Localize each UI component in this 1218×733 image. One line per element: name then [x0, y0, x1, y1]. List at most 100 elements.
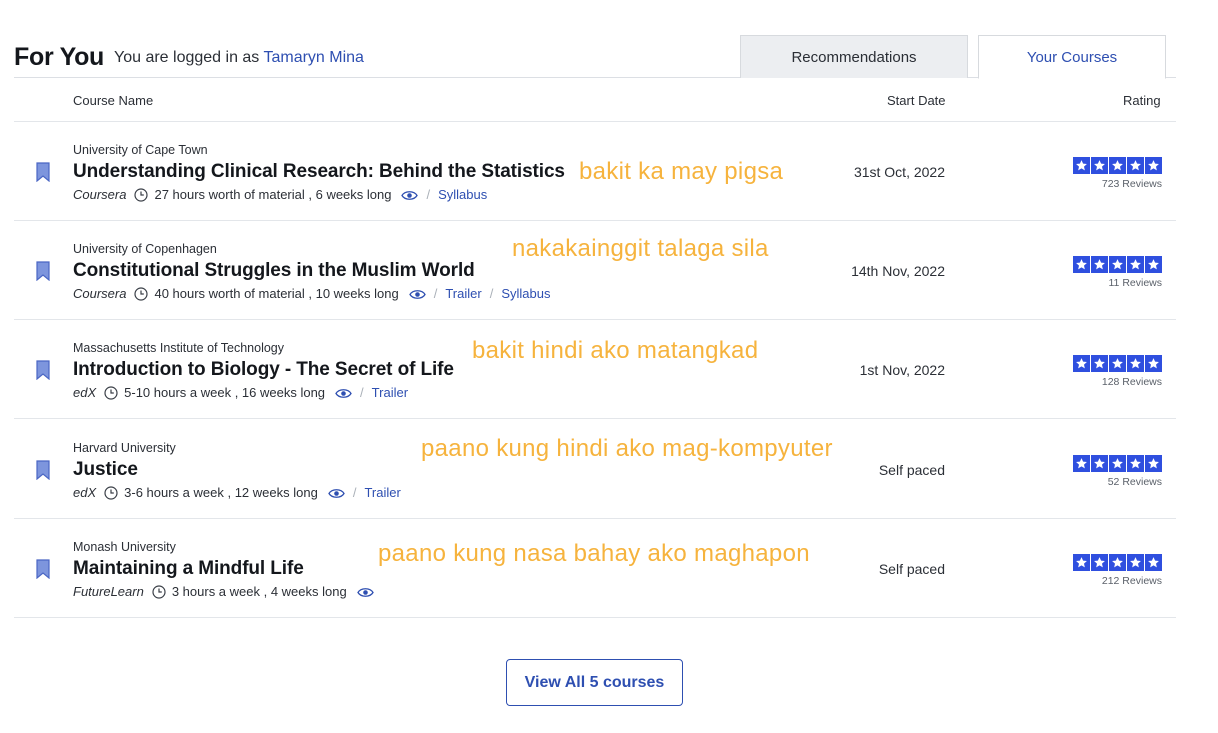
- clock-icon: [134, 187, 149, 202]
- course-title[interactable]: Introduction to Biology - The Secret of …: [73, 359, 454, 381]
- login-prefix: You are logged in as: [114, 49, 260, 66]
- course-link-syllabus[interactable]: Syllabus: [501, 286, 550, 301]
- link-separator: /: [360, 385, 364, 400]
- star-icon: [1109, 455, 1126, 472]
- eye-icon[interactable]: [401, 189, 419, 200]
- course-title[interactable]: Maintaining a Mindful Life: [73, 558, 304, 580]
- view-all-courses-button[interactable]: View All 5 courses: [506, 659, 683, 706]
- course-meta: edX 5-10 hours a week , 16 weeks long / Tra…: [73, 385, 408, 400]
- star-icon: [1145, 455, 1162, 472]
- overlay-caption: bakit hindi ako matangkad: [472, 337, 759, 364]
- course-provider: Coursera: [73, 286, 127, 301]
- star-icon: [1145, 554, 1162, 571]
- course-meta: Coursera 40 hours worth of material , 10 …: [73, 286, 550, 301]
- course-row: Harvard University Justice edX 3-6 hours a …: [14, 420, 1176, 519]
- star-icon: [1091, 554, 1108, 571]
- login-status: You are logged in as Tamaryn Mina: [114, 49, 364, 67]
- star-icon: [1091, 157, 1108, 174]
- bookmark-icon[interactable]: [36, 460, 50, 481]
- course-meta: edX 3-6 hours a week , 12 weeks long / Trai…: [73, 485, 401, 500]
- page-header: For You You are logged in as Tamaryn Min…: [14, 0, 1176, 79]
- star-icon: [1127, 554, 1144, 571]
- course-start-date: Self paced: [878, 462, 945, 478]
- course-start-date: 31st Oct, 2022: [853, 164, 945, 180]
- overlay-caption: nakakainggit talaga sila: [512, 235, 769, 262]
- bookmark-icon[interactable]: [36, 360, 50, 381]
- course-start-date: 1st Nov, 2022: [859, 362, 945, 378]
- star-icon: [1073, 554, 1090, 571]
- user-name-link[interactable]: Tamaryn Mina: [263, 49, 363, 66]
- view-all-count: 5: [589, 673, 599, 691]
- overlay-caption: paano kung hindi ako mag-kompyuter: [421, 435, 833, 462]
- column-header-start-date: Start Date: [887, 93, 946, 108]
- course-effort: 40 hours worth of material , 10 weeks lo…: [154, 286, 399, 301]
- link-separator: /: [489, 286, 494, 301]
- link-separator: /: [352, 485, 357, 500]
- rating-stars: [1073, 355, 1162, 372]
- link-separator: /: [433, 286, 438, 301]
- course-university: Massachusetts Institute of Technology: [73, 341, 284, 355]
- course-provider: FutureLearn: [73, 584, 144, 599]
- course-start-date: 14th Nov, 2022: [851, 263, 945, 279]
- link-separator: /: [426, 187, 431, 202]
- star-icon: [1091, 355, 1108, 372]
- course-provider: edX: [73, 385, 97, 400]
- bookmark-icon[interactable]: [36, 559, 50, 580]
- star-icon: [1127, 355, 1144, 372]
- review-count: 212 Reviews: [1101, 575, 1162, 587]
- star-icon: [1109, 355, 1126, 372]
- course-effort: 3 hours a week , 4 weeks long: [171, 584, 347, 599]
- rating-stars: [1073, 554, 1162, 571]
- course-row: Massachusetts Institute of Technology Int…: [14, 320, 1176, 419]
- eye-icon[interactable]: [335, 387, 352, 398]
- rating-stars: [1073, 455, 1162, 472]
- course-university: University of Copenhagen: [73, 242, 217, 256]
- course-row: University of Copenhagen Constitutional S…: [14, 221, 1176, 320]
- course-start-date: Self paced: [878, 561, 945, 577]
- review-count: 723 Reviews: [1101, 178, 1162, 190]
- tab-recommendations[interactable]: Recommendations: [740, 35, 968, 78]
- course-university: University of Cape Town: [73, 143, 208, 157]
- review-count: 128 Reviews: [1101, 376, 1162, 388]
- bookmark-icon[interactable]: [36, 162, 50, 183]
- view-all-suffix: courses: [602, 673, 665, 691]
- course-meta: FutureLearn 3 hours a week , 4 weeks long: [73, 584, 374, 599]
- view-all-prefix: View All: [524, 673, 586, 691]
- course-row: University of Cape Town Understanding Cli…: [14, 122, 1176, 221]
- course-provider: Coursera: [73, 187, 127, 202]
- course-effort: 3-6 hours a week , 12 weeks long: [124, 485, 318, 500]
- column-header-course-name: Course Name: [73, 93, 154, 108]
- star-icon: [1073, 256, 1090, 273]
- eye-icon[interactable]: [356, 586, 374, 597]
- overlay-caption: bakit ka may pigsa: [579, 158, 784, 185]
- bookmark-icon[interactable]: [36, 261, 50, 282]
- star-icon: [1145, 256, 1162, 273]
- star-icon: [1073, 455, 1090, 472]
- clock-icon: [152, 584, 166, 599]
- eye-icon[interactable]: [328, 487, 345, 498]
- course-link-trailer[interactable]: Trailer: [372, 385, 408, 400]
- star-icon: [1145, 157, 1162, 174]
- page-title: For You: [14, 43, 105, 71]
- course-link-trailer[interactable]: Trailer: [364, 485, 400, 500]
- tab-your-courses[interactable]: Your Courses: [978, 35, 1166, 79]
- course-link-trailer[interactable]: Trailer: [445, 286, 481, 301]
- course-link-syllabus[interactable]: Syllabus: [438, 187, 487, 202]
- review-count: 11 Reviews: [1108, 277, 1163, 289]
- eye-icon[interactable]: [408, 288, 426, 299]
- rating-stars: [1073, 256, 1162, 273]
- star-icon: [1073, 355, 1090, 372]
- course-title[interactable]: Constitutional Struggles in the Muslim W…: [73, 260, 475, 282]
- rating-stars: [1073, 157, 1162, 174]
- star-icon: [1109, 554, 1126, 571]
- star-icon: [1127, 455, 1144, 472]
- clock-icon: [104, 485, 118, 500]
- star-icon: [1091, 256, 1108, 273]
- star-icon: [1145, 355, 1162, 372]
- course-title[interactable]: Justice: [73, 459, 138, 481]
- course-provider: edX: [73, 485, 97, 500]
- clock-icon: [104, 385, 118, 400]
- course-title[interactable]: Understanding Clinical Research: Behind …: [73, 161, 565, 183]
- star-icon: [1109, 256, 1126, 273]
- overlay-caption: paano kung nasa bahay ako maghapon: [378, 540, 810, 567]
